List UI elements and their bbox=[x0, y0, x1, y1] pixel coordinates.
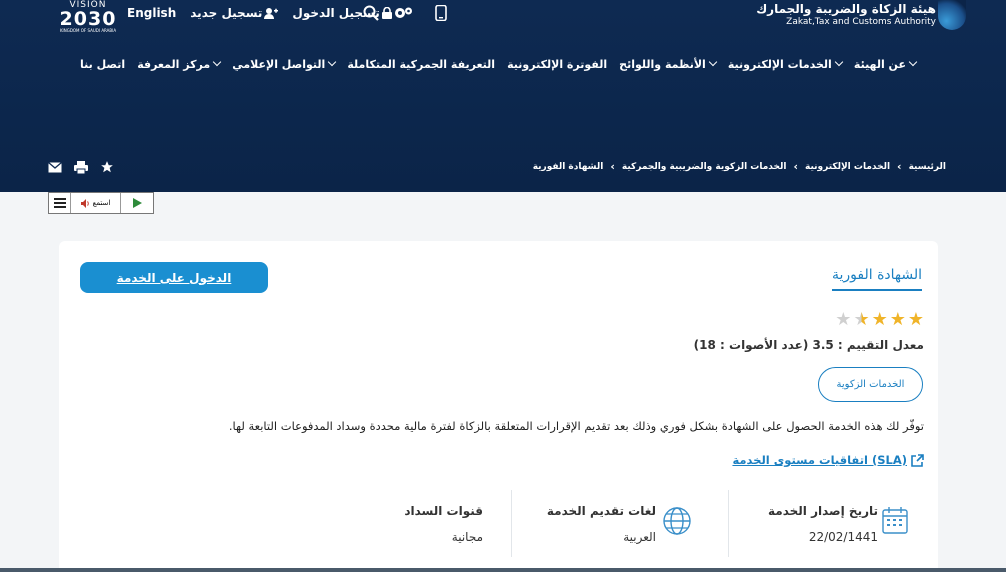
org-name-ar: هيئة الزكاة والضريبة والجمارك bbox=[756, 2, 936, 16]
play-icon[interactable] bbox=[121, 193, 153, 213]
org-name-en: Zakat,Tax and Customs Authority bbox=[786, 17, 936, 27]
fact-label: لغات تقديم الخدمة bbox=[546, 504, 656, 518]
service-card: الشهادة الفورية الدخول على الخدمة ★ ★ ★ … bbox=[59, 241, 938, 572]
fact-label: قنوات السداد bbox=[404, 504, 483, 518]
star-icon[interactable] bbox=[100, 160, 114, 174]
nav-item-label: التواصل الإعلامي bbox=[232, 57, 326, 71]
page-header: هيئة الزكاة والضريبة والجمارك Zakat,Tax … bbox=[0, 0, 1006, 192]
settings-icon[interactable] bbox=[393, 5, 413, 21]
nav-item-label: التعريفة الجمركية المتكاملة bbox=[347, 57, 496, 71]
nav-item-about[interactable]: عن الهيئة bbox=[853, 54, 918, 74]
nav-item-customs-tariff[interactable]: التعريفة الجمركية المتكاملة bbox=[347, 54, 495, 74]
globe-icon bbox=[663, 507, 691, 535]
star-half-icon[interactable]: ★ bbox=[853, 311, 869, 329]
service-facts: تاريخ إصدار الخدمة 22/02/1441 لغات تقديم… bbox=[59, 490, 938, 560]
service-title: الشهادة الفورية bbox=[831, 267, 922, 291]
nav-item-label: الخدمات الإلكترونية bbox=[727, 57, 832, 71]
vision-kingdom: KINGDOM OF SAUDI ARABIA bbox=[59, 28, 117, 33]
chevron-down-icon bbox=[212, 57, 222, 67]
zatca-logo-icon[interactable] bbox=[938, 0, 966, 30]
nav-item-media[interactable]: التواصل الإعلامي bbox=[232, 54, 337, 74]
fact-release-date: تاريخ إصدار الخدمة 22/02/1441 bbox=[768, 490, 878, 557]
rating-stars[interactable]: ★ ★ ★ ★ ★ bbox=[835, 311, 924, 329]
listen-label: استمع bbox=[92, 199, 111, 207]
rating-text: معدل التقييم : 3.5 (عدد الأصوات : 18) bbox=[693, 338, 924, 352]
star-empty-icon[interactable]: ★ bbox=[835, 311, 851, 329]
menu-icon[interactable] bbox=[49, 193, 71, 213]
star-icon[interactable]: ★ bbox=[908, 311, 924, 329]
mail-icon[interactable] bbox=[48, 161, 62, 173]
top-icons bbox=[363, 5, 447, 21]
top-links: English تسجيل جديد تسجيل الدخول bbox=[127, 6, 392, 20]
fact-label: تاريخ إصدار الخدمة bbox=[768, 504, 878, 518]
star-icon[interactable]: ★ bbox=[872, 311, 888, 329]
fact-value: العربية bbox=[623, 530, 656, 544]
nav-item-knowledge[interactable]: مركز المعرفة bbox=[137, 54, 222, 74]
readspeaker-player: استمع bbox=[48, 192, 154, 214]
breadcrumb-zakat-services[interactable]: الخدمات الزكوية والضريبية والجمركية bbox=[622, 162, 787, 172]
chevron-down-icon bbox=[328, 57, 337, 67]
nav-item-contact[interactable]: اتصل بنا bbox=[80, 54, 125, 74]
chevron-down-icon bbox=[834, 57, 844, 67]
register-link[interactable]: تسجيل جديد bbox=[190, 6, 279, 20]
fact-languages: لغات تقديم الخدمة العربية bbox=[547, 490, 656, 557]
listen-button[interactable]: استمع bbox=[71, 193, 121, 213]
fact-value: مجانية bbox=[451, 530, 483, 544]
user-plus-icon bbox=[264, 8, 279, 19]
org-logo-text[interactable]: هيئة الزكاة والضريبة والجمارك Zakat,Tax … bbox=[756, 2, 936, 28]
chevron-left-icon: ‹ bbox=[793, 160, 798, 173]
chevron-left-icon: ‹ bbox=[897, 160, 902, 173]
nav-item-label: الفوترة الإلكترونية bbox=[507, 57, 608, 71]
chevron-down-icon bbox=[908, 57, 918, 67]
service-description: توفّر لك هذه الخدمة الحصول على الشهادة ب… bbox=[228, 419, 924, 433]
bottom-strip bbox=[0, 568, 1006, 572]
nav-item-label: مركز المعرفة bbox=[137, 57, 211, 71]
breadcrumb-home[interactable]: الرئيسية bbox=[909, 162, 946, 172]
search-icon[interactable] bbox=[363, 5, 379, 21]
sla-link[interactable]: اتفاقيات مستوى الخدمة (SLA) bbox=[732, 453, 924, 467]
star-icon[interactable]: ★ bbox=[890, 311, 906, 329]
nav-item-label: اتصل بنا bbox=[80, 57, 126, 71]
calendar-icon bbox=[882, 507, 908, 534]
english-link[interactable]: English bbox=[127, 6, 176, 20]
nav-item-regulations[interactable]: الأنظمة واللوائح bbox=[619, 54, 718, 74]
main-nav: عن الهيئة الخدمات الإلكترونية الأنظمة وا… bbox=[80, 54, 918, 74]
divider bbox=[728, 490, 729, 557]
fact-value: 22/02/1441 bbox=[808, 530, 878, 544]
breadcrumb: الرئيسية ‹ الخدمات الإلكترونية ‹ الخدمات… bbox=[533, 160, 946, 173]
divider bbox=[511, 490, 512, 557]
breadcrumb-eservices[interactable]: الخدمات الإلكترونية bbox=[805, 162, 890, 172]
chevron-down-icon bbox=[708, 57, 718, 67]
sla-label: اتفاقيات مستوى الخدمة (SLA) bbox=[732, 453, 907, 467]
category-tag[interactable]: الخدمات الزكوية bbox=[818, 367, 923, 402]
nav-item-einvoicing[interactable]: الفوترة الإلكترونية bbox=[507, 54, 607, 74]
page-tools bbox=[48, 160, 114, 174]
print-icon[interactable] bbox=[74, 160, 88, 174]
speaker-icon bbox=[80, 198, 89, 208]
top-bar: هيئة الزكاة والضريبة والجمارك Zakat,Tax … bbox=[0, 0, 1006, 36]
register-label: تسجيل جديد bbox=[190, 6, 263, 20]
fact-payment-channels: قنوات السداد مجانية bbox=[404, 490, 483, 557]
nav-item-eservices[interactable]: الخدمات الإلكترونية bbox=[727, 54, 844, 74]
vision-2030-logo[interactable]: VISION 2030 KINGDOM OF SAUDI ARABIA bbox=[58, 0, 118, 36]
enter-service-button[interactable]: الدخول على الخدمة bbox=[80, 262, 268, 293]
mobile-icon[interactable] bbox=[435, 5, 447, 21]
breadcrumb-current: الشهادة الفورية bbox=[532, 161, 604, 172]
nav-item-label: عن الهيئة bbox=[853, 57, 906, 71]
chevron-left-icon: ‹ bbox=[610, 160, 615, 173]
vision-year: 2030 bbox=[59, 8, 117, 30]
nav-item-label: الأنظمة واللوائح bbox=[619, 57, 706, 71]
external-link-icon bbox=[911, 453, 924, 467]
